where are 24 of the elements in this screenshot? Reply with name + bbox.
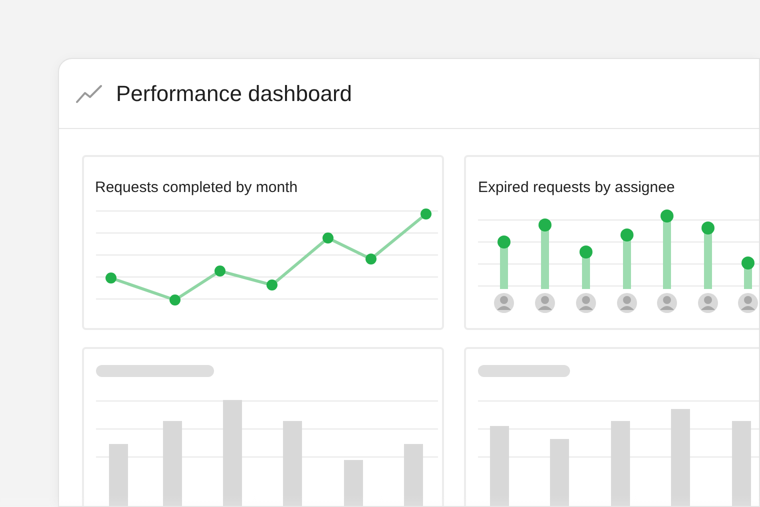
data-point <box>538 218 552 232</box>
avatar-icon <box>535 293 555 313</box>
data-point <box>498 236 510 248</box>
data-point <box>420 208 432 220</box>
data-point <box>322 232 334 244</box>
data-point <box>580 246 592 258</box>
avatar-icon <box>698 293 718 313</box>
data-point <box>620 228 634 242</box>
chart-title: Requests completed by month <box>95 178 298 198</box>
data-point <box>702 222 714 234</box>
data-point <box>106 272 116 284</box>
avatar-icon <box>657 293 677 313</box>
data-point <box>266 280 278 290</box>
data-point <box>366 254 376 264</box>
data-point <box>742 256 754 270</box>
data-point <box>214 266 226 276</box>
avatar-icon <box>617 293 637 313</box>
chart-title: Expired requests by assignee <box>478 178 675 198</box>
avatar-icon <box>494 293 514 313</box>
dashboard-title: Performance dashboard <box>116 80 352 108</box>
data-point <box>660 210 674 222</box>
trend-line-icon <box>76 84 102 104</box>
data-point <box>170 294 180 306</box>
avatar-icon <box>576 293 596 313</box>
